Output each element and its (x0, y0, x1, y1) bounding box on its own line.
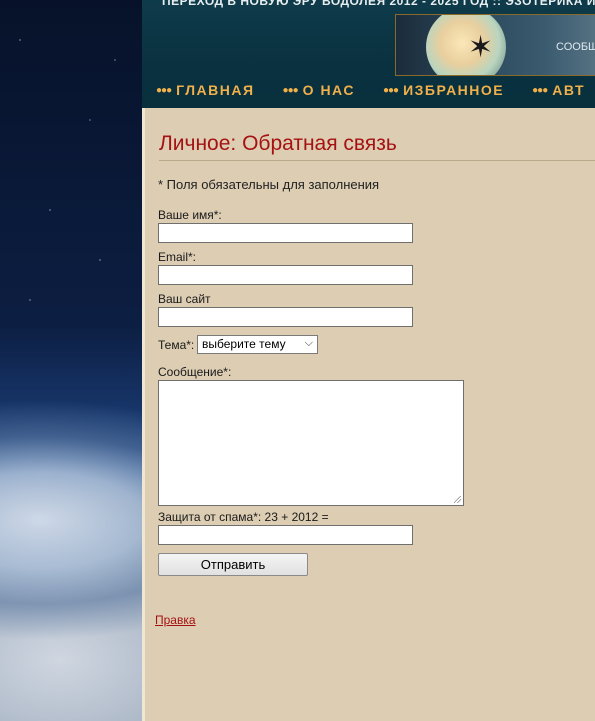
captcha-label: Защита от спама*: 23 + 2012 = (158, 510, 329, 524)
site-field[interactable] (158, 307, 413, 327)
message-label: Сообщение*: (158, 365, 232, 379)
site-label: Ваш сайт (158, 292, 211, 306)
captcha-field[interactable] (158, 525, 413, 545)
main-nav: ●●● ГЛАВНАЯ ●●● О НАС ●●● ИЗБРАННОЕ ●●● … (156, 82, 595, 98)
nav-item-authors[interactable]: ●●● АВТ (532, 82, 585, 98)
message-textarea[interactable] (158, 380, 464, 506)
edit-link[interactable]: Правка (155, 613, 196, 627)
nav-item-label: О НАС (302, 82, 355, 98)
topic-label: Тема*: (158, 338, 195, 352)
main-content: Личное: Обратная связь * Поля обязательн… (142, 108, 595, 721)
triple-dot-icon: ●●● (282, 84, 299, 96)
triple-dot-icon: ●●● (382, 84, 399, 96)
moon-image (426, 15, 506, 75)
resize-grip-icon[interactable] (454, 496, 461, 503)
nav-item-favorites[interactable]: ●●● ИЗБРАННОЕ (383, 82, 504, 98)
site-tagline: ПЕРЕХОД В НОВУЮ ЭРУ ВОДОЛЕЯ 2012 - 2025 … (162, 0, 595, 8)
stars-decoration (0, 0, 142, 721)
nav-item-label: ГЛАВНАЯ (176, 82, 255, 98)
topic-selected-value: выберите тему (202, 337, 286, 351)
nav-item-about[interactable]: ●●● О НАС (283, 82, 355, 98)
nav-item-label: АВТ (552, 82, 585, 98)
page-title: Личное: Обратная связь (159, 132, 595, 161)
name-label: Ваше имя*: (158, 208, 222, 222)
submit-button[interactable]: Отправить (158, 553, 308, 576)
name-field[interactable] (158, 223, 413, 243)
triple-dot-icon: ●●● (532, 84, 548, 96)
email-label: Email*: (158, 250, 197, 264)
email-field[interactable] (158, 265, 413, 285)
nav-item-home[interactable]: ●●● ГЛАВНАЯ (156, 82, 255, 98)
required-fields-note: * Поля обязательны для заполнения (158, 177, 380, 192)
jumping-figure-icon: ✶ (468, 31, 494, 64)
banner-text: СООБЩ (556, 41, 595, 53)
nav-item-label: ИЗБРАННОЕ (403, 82, 505, 98)
topic-select[interactable]: выберите тему ⌵ (197, 335, 318, 354)
space-earth-background (0, 0, 142, 721)
header-banner[interactable]: ✶ СООБЩ (395, 14, 595, 76)
triple-dot-icon: ●●● (156, 84, 172, 96)
site-header: ПЕРЕХОД В НОВУЮ ЭРУ ВОДОЛЕЯ 2012 - 2025 … (142, 0, 595, 108)
chevron-down-icon: ⌵ (304, 337, 313, 349)
